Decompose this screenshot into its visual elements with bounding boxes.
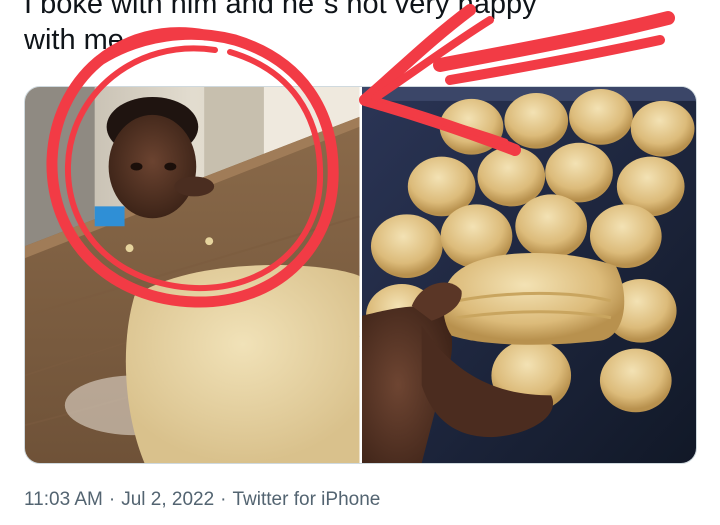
tweet-metadata: 11:03 AM · Jul 2, 2022 · Twitter for iPhone: [24, 487, 380, 513]
tweet-media-grid: [24, 86, 697, 464]
toddler-and-dough-image: [25, 87, 360, 463]
tweet-timestamp-link[interactable]: 11:03 AM · Jul 2, 2022: [24, 489, 214, 510]
tweet-time: 11:03 AM: [24, 489, 103, 510]
biscuits-tray-image: [361, 87, 696, 463]
tweet-source-link[interactable]: Twitter for iPhone: [233, 489, 381, 510]
biscuits-tray-photo[interactable]: [361, 87, 696, 463]
meta-separator: ·: [108, 489, 116, 510]
tweet-text-line-1: I boke with him and he´s not very happy: [24, 0, 537, 20]
tweet-text: I boke with him and he´s not very happy w…: [24, 0, 704, 58]
tweet-date: Jul 2, 2022: [121, 489, 215, 510]
meta-separator: ·: [220, 489, 227, 510]
toddler-and-dough-photo[interactable]: [25, 87, 360, 463]
tweet-text-line-2: with me: [24, 24, 124, 56]
